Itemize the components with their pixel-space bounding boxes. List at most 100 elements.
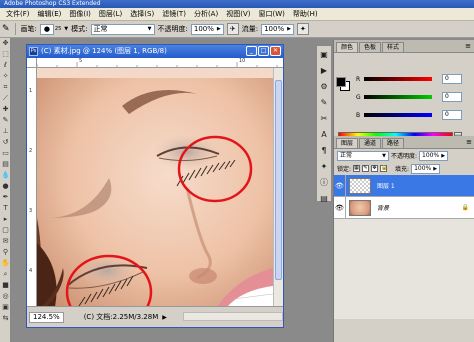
eyedropper-tool-icon[interactable]: ⚲ bbox=[0, 247, 11, 258]
menu-analysis[interactable]: 分析(A) bbox=[190, 9, 222, 19]
horizontal-scrollbar[interactable] bbox=[183, 312, 283, 321]
menu-layer[interactable]: 图层(L) bbox=[95, 9, 126, 19]
minimize-button[interactable]: _ bbox=[246, 46, 257, 56]
visibility-eye-icon[interactable]: 👁 bbox=[334, 196, 346, 219]
lock-position-icon[interactable]: ✥ bbox=[371, 165, 379, 172]
airbrush-mode-button[interactable]: ✦ bbox=[296, 23, 309, 35]
tab-channels[interactable]: 通道 bbox=[359, 138, 382, 148]
layer-name[interactable]: 图层 1 bbox=[377, 181, 395, 190]
slider-value-r[interactable]: 0 bbox=[442, 74, 462, 84]
clone-source-icon[interactable]: ✦ bbox=[317, 160, 331, 174]
notes-tool-icon[interactable]: ✉ bbox=[0, 236, 11, 247]
menu-select[interactable]: 选择(S) bbox=[126, 9, 158, 19]
tab-layers[interactable]: 图层 bbox=[336, 138, 359, 148]
menu-view[interactable]: 视图(V) bbox=[222, 9, 254, 19]
menu-image[interactable]: 图像(I) bbox=[65, 9, 95, 19]
hand-tool-icon[interactable]: ✋ bbox=[0, 258, 11, 269]
brush-tool-icon[interactable]: ✎ bbox=[0, 115, 11, 126]
chevron-right-icon[interactable]: ▶ bbox=[162, 314, 167, 321]
ruler-origin[interactable] bbox=[27, 58, 37, 68]
lasso-tool-icon[interactable]: ℓ bbox=[0, 60, 11, 71]
character-icon[interactable]: A bbox=[317, 128, 331, 142]
gradient-tool-icon[interactable]: ▤ bbox=[0, 159, 11, 170]
close-button[interactable]: ✕ bbox=[270, 46, 281, 56]
lock-all-icon[interactable]: 🔒 bbox=[380, 165, 387, 172]
pen-tool-icon[interactable]: ✒ bbox=[0, 192, 11, 203]
panel-menu-icon[interactable]: ≡ bbox=[465, 42, 471, 50]
foreground-color-swatch[interactable] bbox=[336, 77, 346, 87]
brush-dropdown-icon[interactable]: ▼ bbox=[64, 26, 68, 32]
panel-dock: 颜色 色板 样式 ≡ R 0 G 0 B 0 图层 通道 路径 ≡ 正常 ▼ 不… bbox=[333, 40, 474, 342]
airbrush-toggle[interactable]: ✈ bbox=[226, 23, 239, 35]
magic-wand-tool-icon[interactable]: ✧ bbox=[0, 71, 11, 82]
quick-mask-icon[interactable]: ◎ bbox=[0, 291, 11, 302]
menu-filter[interactable]: 滤镜(T) bbox=[158, 9, 190, 19]
tab-paths[interactable]: 路径 bbox=[382, 138, 405, 148]
scroll-thumb[interactable] bbox=[275, 80, 282, 280]
path-selection-tool-icon[interactable]: ▸ bbox=[0, 214, 11, 225]
lock-pixels-icon[interactable]: ✎ bbox=[362, 165, 370, 172]
slider-b[interactable]: B 0 bbox=[356, 109, 471, 121]
panel-menu-icon[interactable]: ≡ bbox=[466, 138, 472, 146]
blur-tool-icon[interactable]: 💧 bbox=[0, 170, 11, 181]
image-canvas[interactable] bbox=[37, 68, 273, 307]
paragraph-icon[interactable]: ¶ bbox=[317, 144, 331, 158]
clone-stamp-tool-icon[interactable]: ⊥ bbox=[0, 126, 11, 137]
maximize-button[interactable]: □ bbox=[258, 46, 269, 56]
brush-tool-icon[interactable]: ✎ bbox=[2, 24, 10, 34]
slider-track-b[interactable] bbox=[364, 113, 432, 117]
horizontal-ruler[interactable]: 5 10 bbox=[37, 58, 283, 68]
type-tool-icon[interactable]: T bbox=[0, 203, 11, 214]
layer-row-background[interactable]: 👁 背景 🔒 bbox=[334, 196, 474, 219]
slider-track-g[interactable] bbox=[364, 95, 432, 99]
shape-tool-icon[interactable]: ▢ bbox=[0, 225, 11, 236]
history-icon[interactable]: ▶ bbox=[317, 64, 331, 78]
crop-tool-icon[interactable]: ⌗ bbox=[0, 82, 11, 93]
vertical-scrollbar[interactable] bbox=[273, 68, 283, 307]
history-brush-tool-icon[interactable]: ↺ bbox=[0, 137, 11, 148]
slice-tool-icon[interactable]: ⟋ bbox=[0, 93, 11, 104]
edit-in-imageready-icon[interactable]: ⇆ bbox=[0, 313, 11, 324]
menu-file[interactable]: 文件(F) bbox=[0, 9, 34, 19]
document-info[interactable]: (C) 文档:2.25M/3.28M bbox=[84, 312, 159, 322]
slider-track-r[interactable] bbox=[364, 77, 432, 81]
actions-icon[interactable]: ⚙ bbox=[317, 80, 331, 94]
marquee-tool-icon[interactable]: ⬚ bbox=[0, 49, 11, 60]
brush-preset-picker[interactable]: ● bbox=[39, 23, 54, 35]
healing-brush-tool-icon[interactable]: ✚ bbox=[0, 104, 11, 115]
tab-swatches[interactable]: 色板 bbox=[359, 42, 382, 52]
blend-mode-select[interactable]: 正常 ▼ bbox=[337, 150, 389, 161]
menu-window[interactable]: 窗口(W) bbox=[254, 9, 288, 19]
eraser-tool-icon[interactable]: ▭ bbox=[0, 148, 11, 159]
layer-name[interactable]: 背景 bbox=[377, 203, 389, 212]
menu-edit[interactable]: 编辑(E) bbox=[34, 9, 66, 19]
tool-presets-icon[interactable]: ✎ bbox=[317, 96, 331, 110]
opacity-field[interactable]: 100% ▶ bbox=[190, 23, 224, 35]
document-title-bar[interactable]: Ps (C) 素材.jpg @ 124% (图层 1, RGB/8) _ □ ✕ bbox=[27, 45, 283, 58]
slider-g[interactable]: G 0 bbox=[356, 91, 471, 103]
flow-field[interactable]: 100% ▶ bbox=[261, 23, 294, 35]
info-icon[interactable]: ⓘ bbox=[317, 176, 331, 190]
foreground-color-icon[interactable]: ■ bbox=[0, 280, 11, 291]
slider-value-g[interactable]: 0 bbox=[442, 92, 462, 102]
navigator-icon[interactable]: ▣ bbox=[317, 48, 331, 62]
zoom-field[interactable]: 124.5% bbox=[29, 311, 64, 323]
slider-r[interactable]: R 0 bbox=[356, 73, 471, 85]
screen-mode-icon[interactable]: ▣ bbox=[0, 302, 11, 313]
visibility-eye-icon[interactable]: 👁 bbox=[334, 174, 346, 197]
layer-row-layer1[interactable]: 👁 图层 1 bbox=[334, 174, 474, 197]
brushes-icon[interactable]: ✂ bbox=[317, 112, 331, 126]
slider-value-b[interactable]: 0 bbox=[442, 110, 462, 120]
lock-transparent-icon[interactable]: ▦ bbox=[353, 165, 361, 172]
fill-field[interactable]: 100% ▶ bbox=[411, 163, 441, 174]
zoom-tool-icon[interactable]: ⌕ bbox=[0, 269, 11, 280]
layer-comps-icon[interactable]: ▤ bbox=[317, 192, 331, 206]
move-tool-icon[interactable]: ✥ bbox=[0, 38, 11, 49]
mode-select[interactable]: 正常 ▼ bbox=[90, 23, 155, 35]
tab-styles[interactable]: 样式 bbox=[382, 42, 405, 52]
dodge-tool-icon[interactable]: ● bbox=[0, 181, 11, 192]
layer-opacity-field[interactable]: 100% ▶ bbox=[419, 150, 449, 161]
tab-color[interactable]: 颜色 bbox=[336, 42, 359, 52]
menu-help[interactable]: 帮助(H) bbox=[289, 9, 322, 19]
vertical-ruler[interactable]: 1 2 3 4 bbox=[27, 68, 37, 307]
